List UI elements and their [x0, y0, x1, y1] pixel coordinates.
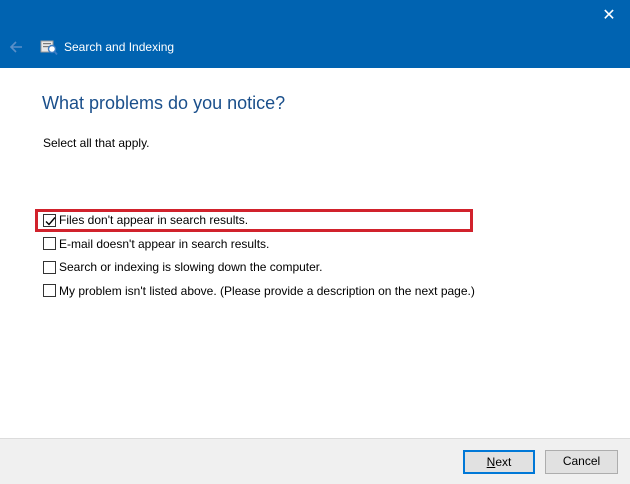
instruction-text: Select all that apply. — [43, 136, 150, 150]
next-label-rest: ext — [495, 455, 512, 469]
back-button[interactable] — [6, 36, 28, 58]
checkbox-slowing[interactable] — [43, 260, 56, 274]
option-label: E-mail doesn't appear in search results. — [59, 236, 270, 251]
checkbox-files[interactable] — [43, 213, 56, 227]
checkmark-icon — [45, 216, 56, 226]
option-files-not-in-results[interactable]: Files don't appear in search results. — [43, 212, 475, 228]
troubleshooter-window: ✕ Search and Indexing What problems do y… — [0, 0, 630, 484]
option-label: Files don't appear in search results. — [59, 213, 249, 227]
option-problem-not-listed[interactable]: My problem isn't listed above. (Please p… — [43, 283, 475, 299]
option-label: My problem isn't listed above. (Please p… — [59, 283, 475, 298]
cancel-button[interactable]: Cancel — [545, 450, 618, 474]
back-arrow-icon — [9, 41, 22, 53]
window-title: Search and Indexing — [64, 40, 175, 54]
footer-bar: Next Cancel — [0, 438, 630, 484]
close-button[interactable]: ✕ — [596, 4, 622, 28]
checkbox-email[interactable] — [43, 237, 56, 251]
option-email-not-in-results[interactable]: E-mail doesn't appear in search results. — [43, 236, 475, 252]
page-heading: What problems do you notice? — [42, 93, 286, 113]
option-slowing-computer[interactable]: Search or indexing is slowing down the c… — [43, 259, 475, 275]
next-button[interactable]: Next — [463, 450, 535, 474]
option-label: Search or indexing is slowing down the c… — [59, 260, 323, 275]
title-bar: ✕ Search and Indexing — [0, 0, 630, 68]
search-indexing-icon — [40, 40, 58, 56]
problem-options: Files don't appear in search results. E-… — [43, 212, 475, 306]
close-icon: ✕ — [602, 7, 616, 24]
checkbox-not-listed[interactable] — [43, 284, 56, 298]
content-area: What problems do you notice? Select all … — [0, 68, 630, 438]
